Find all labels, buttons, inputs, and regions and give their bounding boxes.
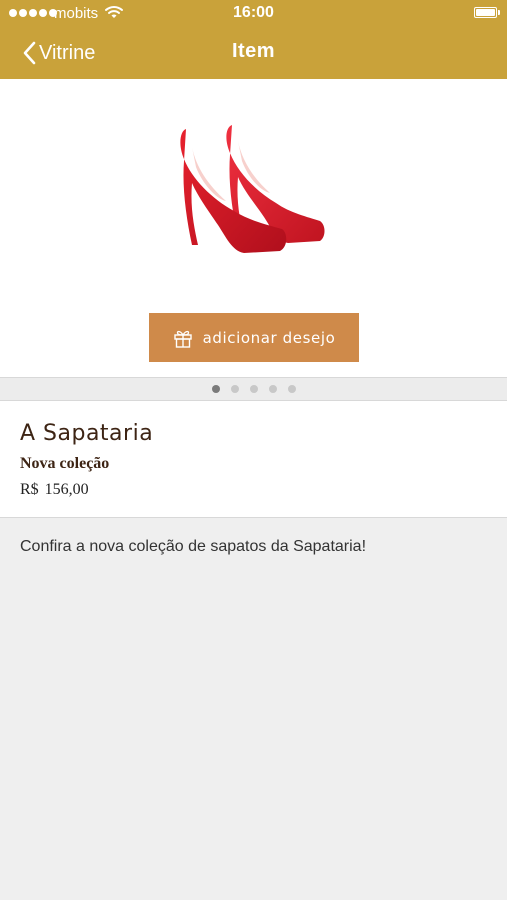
product-info-card: A Sapataria Nova coleção R$ 156,00 <box>0 401 507 518</box>
image-pager[interactable] <box>0 377 507 401</box>
store-name: A Sapataria <box>20 421 154 446</box>
add-wish-button[interactable]: adicionar desejo <box>149 313 359 362</box>
product-description: Confira a nova coleção de sapatos da Sap… <box>20 538 367 555</box>
status-time: 16:00 <box>233 4 274 21</box>
product-price: R$ 156,00 <box>20 481 89 499</box>
pager-dot[interactable] <box>268 385 277 393</box>
collection-name: Nova coleção <box>20 455 110 472</box>
gift-icon <box>173 328 193 348</box>
navigation-bar: Vitrine Item <box>0 28 507 79</box>
page-title: Item <box>231 40 276 62</box>
battery-icon <box>474 7 500 18</box>
product-gallery[interactable]: adicionar desejo <box>0 79 507 377</box>
top-bar: mobits 16:00 Vitrine Item <box>0 0 507 79</box>
product-image <box>180 121 328 261</box>
add-wish-button-label: adicionar desejo <box>202 328 336 347</box>
status-bar: mobits 16:00 <box>0 0 507 28</box>
price-amount: 156,00 <box>44 481 89 498</box>
pager-dot[interactable] <box>287 385 296 393</box>
pager-dot[interactable] <box>249 385 258 393</box>
pager-dot[interactable] <box>211 385 220 393</box>
price-currency: R$ <box>20 481 39 498</box>
pager-dot[interactable] <box>230 385 239 393</box>
